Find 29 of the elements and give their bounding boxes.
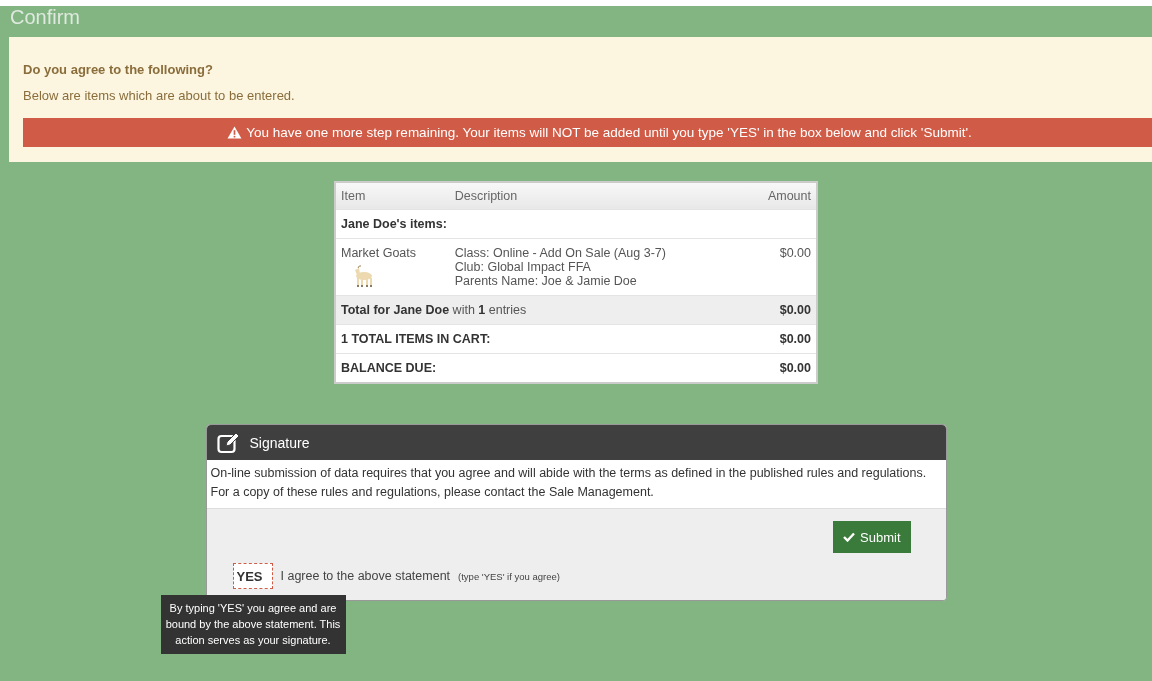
column-header: Description — [449, 182, 745, 210]
edit-icon — [216, 431, 241, 454]
agree-hint: (type 'YES' if you agree) — [458, 570, 560, 582]
table-cell: Total for Jane Doe with 1 entries — [341, 303, 527, 317]
notice-text: Below are items which are about to be entered. — [23, 88, 296, 103]
table-cell-text: Parents Name: Joe & Jamie Doe — [454, 274, 638, 288]
table-cell-text: Club: Global Impact FFA — [454, 260, 592, 274]
table-cell-text: Market Goats — [341, 246, 418, 260]
submit-button[interactable]: Submit — [833, 521, 911, 553]
warning-text: You have one more step remaining. Your items will NOT be added until you type 'YES' in the box below and click 'Submit'. — [246, 125, 972, 140]
tooltip: By typing 'YES' you agree and are bound by the above statement. This action serves as your signature. — [160, 595, 346, 654]
table-cell: 1 TOTAL ITEMS IN CART: — [341, 332, 491, 346]
panel-title: Signature — [249, 434, 310, 451]
table-cell: BALANCE DUE: — [341, 361, 437, 375]
yes-input-field[interactable]: YES — [232, 563, 273, 589]
table-cell: Jane Doe's items: — [335, 209, 817, 239]
warning-icon — [227, 126, 243, 139]
page-title: Confirm — [9, 6, 81, 30]
table-cell: $0.00 — [779, 361, 811, 375]
table-cell-text: Class: Online - Add On Sale (Aug 3-7) — [454, 246, 667, 260]
table-cell: $0.00 — [779, 246, 811, 260]
check-icon — [843, 532, 856, 542]
agree-label: I agree to the above statement — [280, 569, 451, 583]
table-cell: $0.00 — [779, 303, 811, 317]
column-header: Item — [335, 182, 450, 210]
notice-heading: Do you agree to the following? — [23, 62, 214, 77]
table-cell: $0.00 — [779, 332, 811, 346]
column-header: Amount — [744, 182, 817, 210]
terms-text: On-line submission of data requires that you agree and will abide with the terms as defined in the published rules and regulations. For a copy of these rules and regulations, please contact the Sale Management. — [209, 465, 928, 501]
